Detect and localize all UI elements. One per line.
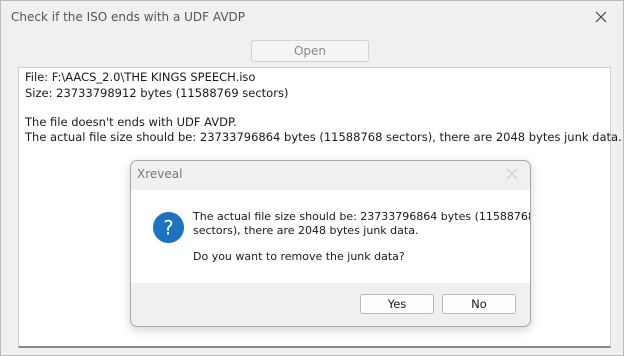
yes-button[interactable]: Yes: [360, 294, 434, 314]
window-close-button[interactable]: [587, 5, 615, 29]
dialog-message-line1: The actual file size should be: 23733796…: [193, 210, 531, 223]
svg-text:?: ?: [163, 216, 173, 239]
log-file-line: File: F:\AACS_2.0\THE KINGS SPEECH.iso: [25, 70, 256, 84]
dialog-close-icon[interactable]: [504, 166, 520, 182]
dialog-title: Xreveal: [137, 167, 183, 181]
log-actual-size-line: The actual file size should be: 23733796…: [25, 130, 622, 144]
dialog-message-line2: sectors), there are 2048 bytes junk data…: [193, 224, 419, 237]
main-window: Check if the ISO ends with a UDF AVDP Op…: [0, 0, 624, 356]
no-button[interactable]: No: [442, 294, 516, 314]
confirm-dialog: Xreveal ? The actual file size should be…: [130, 160, 531, 327]
dialog-body: ? The actual file size should be: 237337…: [131, 190, 530, 283]
log-size-line: Size: 23733798912 bytes (11588769 sector…: [25, 86, 289, 100]
open-button[interactable]: Open: [251, 40, 369, 62]
log-status-line: The file doesn't ends with UDF AVDP.: [25, 115, 237, 129]
title-bar: Check if the ISO ends with a UDF AVDP: [1, 1, 623, 34]
close-icon: [595, 11, 607, 23]
dialog-question: Do you want to remove the junk data?: [193, 250, 405, 263]
window-title: Check if the ISO ends with a UDF AVDP: [11, 10, 246, 24]
question-icon: ?: [152, 211, 185, 244]
